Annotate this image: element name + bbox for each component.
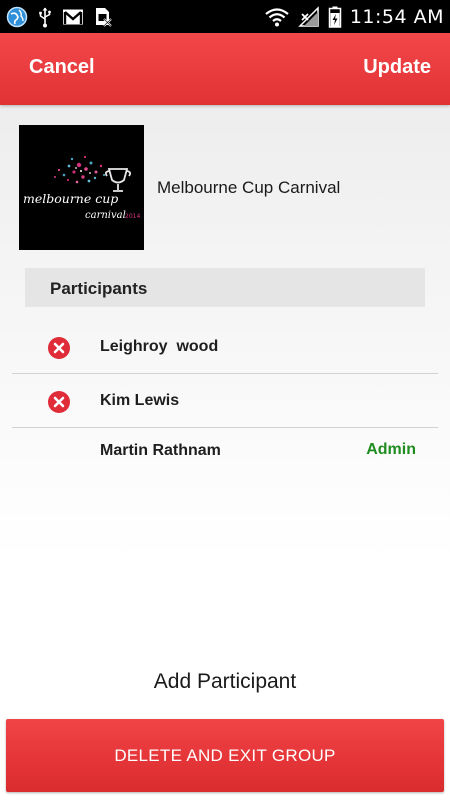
participants-title: Participants — [50, 279, 148, 298]
remove-circle-icon[interactable] — [47, 390, 71, 414]
participant-name: Martin Rathnam — [100, 442, 221, 459]
delete-and-exit-group-button[interactable]: DELETE AND EXIT GROUP — [6, 719, 444, 792]
delete-and-exit-group-label: DELETE AND EXIT GROUP — [114, 746, 336, 765]
participant-name: Kim Lewis — [100, 392, 180, 409]
admin-badge: Admin — [366, 441, 416, 458]
usb-icon — [39, 7, 51, 27]
gmail-icon — [63, 9, 83, 24]
logo-text-line1: melbourne cup — [23, 191, 118, 206]
participant-name: Leighroy wood — [100, 338, 219, 355]
group-header: melbourne cup carnival 2014 Melbourne Cu… — [19, 125, 439, 250]
group-image[interactable]: melbourne cup carnival 2014 — [19, 125, 144, 250]
system-icons: 11:54 AM — [264, 4, 444, 29]
participant-row: Kim Lewis — [12, 374, 438, 428]
clock: 11:54 AM — [349, 5, 444, 28]
no-sim-icon — [96, 7, 112, 27]
globe-icon — [6, 6, 28, 27]
participant-row: Leighroy wood — [12, 320, 438, 374]
logo-text-line2: carnival — [85, 210, 126, 221]
notification-icons — [6, 4, 112, 29]
participants-header: Participants — [25, 268, 425, 307]
action-bar: Cancel Update — [0, 33, 450, 105]
add-participant-button[interactable]: Add Participant — [0, 670, 450, 694]
melbourne-cup-logo: melbourne cup carnival 2014 — [19, 125, 144, 250]
remove-circle-icon[interactable] — [47, 336, 71, 360]
no-signal-icon — [298, 5, 319, 27]
group-name[interactable]: Melbourne Cup Carnival — [157, 178, 340, 198]
wifi-icon — [265, 7, 289, 26]
cancel-button[interactable]: Cancel — [29, 56, 95, 79]
logo-text-year: 2014 — [125, 213, 140, 220]
battery-charging-icon — [328, 6, 342, 28]
status-bar: 11:54 AM — [0, 0, 450, 33]
update-button[interactable]: Update — [363, 56, 431, 79]
screen: 11:54 AM Cancel Update melbourne cup car… — [0, 0, 450, 800]
